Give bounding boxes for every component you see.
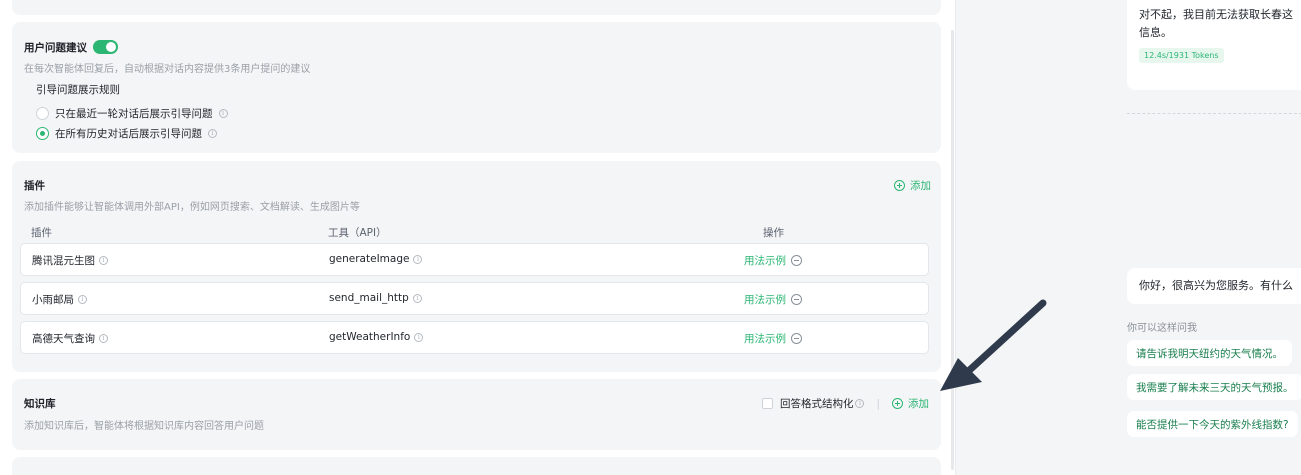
usage-example-link[interactable]: 用法示例 [744,331,786,346]
radio-label: 在所有历史对话后展示引导问题 [55,127,202,140]
message-line: 对不起，我目前无法获取长春这 [1139,8,1293,21]
assistant-message: 对不起，我目前无法获取长春这 信息。 12.4s/1931 Tokens [1127,0,1301,90]
info-icon[interactable]: i [99,334,108,343]
plugin-row: 高德天气查询 i getWeatherInfo i 用法示例 [20,321,929,354]
plugin-row: 小雨邮局 i send_mail_http i 用法示例 [20,282,929,315]
column-header-tool: 工具（API） [328,227,387,239]
knowledge-base-section: 知识库 添加知识库后，智能体将根据知识库内容回答用户问题 回答格式结构化 i |… [12,379,941,450]
plugin-name: 小雨邮局 [32,294,74,306]
knowledge-actions: 回答格式结构化 i | 添加 [761,396,929,411]
plugin-name: 腾讯混元生图 [32,255,95,267]
info-icon[interactable]: i [78,295,87,304]
add-label: 添加 [908,398,929,410]
info-icon[interactable]: i [413,254,423,264]
info-icon[interactable]: i [414,332,424,342]
add-plugin-button[interactable]: 添加 [894,178,931,193]
section-title: 插件 [24,180,45,192]
structured-answer-checkbox[interactable] [761,398,773,409]
usage-example-link[interactable]: 用法示例 [744,253,786,268]
radio-label: 只在最近一轮对话后展示引导问题 [55,107,213,120]
section-title: 用户问题建议 [24,42,87,54]
remove-icon[interactable] [791,255,802,266]
plugin-row: 腾讯混元生图 i generateImage i 用法示例 [20,243,929,276]
suggested-questions-label: 你可以这样问我 [1127,323,1197,334]
section-description: 添加知识库后，智能体将根据知识库内容回答用户问题 [24,421,264,432]
radio-button[interactable] [36,106,49,120]
suggested-question[interactable]: 请告诉我明天纽约的天气情况。 [1127,340,1292,366]
display-rule-label: 引导问题展示规则 [36,84,120,96]
plugin-name: 高德天气查询 [32,333,95,345]
plus-circle-icon [894,180,905,191]
conversation-divider [1127,113,1301,114]
next-section-card [12,457,941,475]
info-icon[interactable]: i [208,128,217,138]
section-title: 知识库 [24,398,56,410]
radio-option-all-history[interactable]: 在所有历史对话后展示引导问题 i [36,125,217,141]
token-usage-badge: 12.4s/1931 Tokens [1139,48,1224,63]
agent-config-panel: 用户问题建议 在每次智能体回复后，自动根据对话内容提供3条用户提问的建议 引导问… [0,0,955,475]
plugins-section: 插件 添加 添加插件能够让智能体调用外部API，例如网页搜索、文档解读、生成图片… [12,161,941,372]
message-line: 信息。 [1139,26,1172,39]
tool-name: generateImage [329,253,410,265]
column-header-action: 操作 [763,227,784,239]
annotation-arrow [940,299,1047,391]
tool-name: send_mail_http [329,292,409,304]
radio-button-selected[interactable] [36,126,49,140]
suggested-question[interactable]: 我需要了解未来三天的天气预报。 [1127,374,1301,400]
radio-option-last-round[interactable]: 只在最近一轮对话后展示引导问题 i [36,105,228,121]
section-description: 添加插件能够让智能体调用外部API，例如网页搜索、文档解读、生成图片等 [24,202,360,213]
divider: | [876,397,880,410]
info-icon[interactable]: i [99,256,108,265]
chat-preview-panel: 对不起，我目前无法获取长春这 信息。 12.4s/1931 Tokens 你好，… [955,0,1301,475]
suggested-question[interactable]: 能否提供一下今天的紫外线指数? [1127,411,1298,437]
info-icon[interactable]: i [412,293,422,303]
remove-icon[interactable] [791,294,802,305]
suggestions-toggle[interactable] [93,40,118,54]
column-header-plugin: 插件 [31,227,52,239]
previous-section-card [12,0,941,15]
assistant-message: 你好，很高兴为您服务。有什么 [1127,268,1301,304]
user-question-suggestions-section: 用户问题建议 在每次智能体回复后，自动根据对话内容提供3条用户提问的建议 引导问… [12,22,941,153]
usage-example-link[interactable]: 用法示例 [744,292,786,307]
tool-name: getWeatherInfo [329,331,411,343]
info-icon[interactable]: i [855,399,865,408]
section-description: 在每次智能体回复后，自动根据对话内容提供3条用户提问的建议 [24,64,311,75]
add-label: 添加 [910,180,931,192]
remove-icon[interactable] [791,333,802,344]
scrollbar[interactable] [951,30,954,470]
add-knowledge-button[interactable]: 添加 [892,396,929,411]
structured-answer-label: 回答格式结构化 [779,398,854,410]
info-icon[interactable]: i [218,108,228,118]
plus-circle-icon [892,398,903,409]
